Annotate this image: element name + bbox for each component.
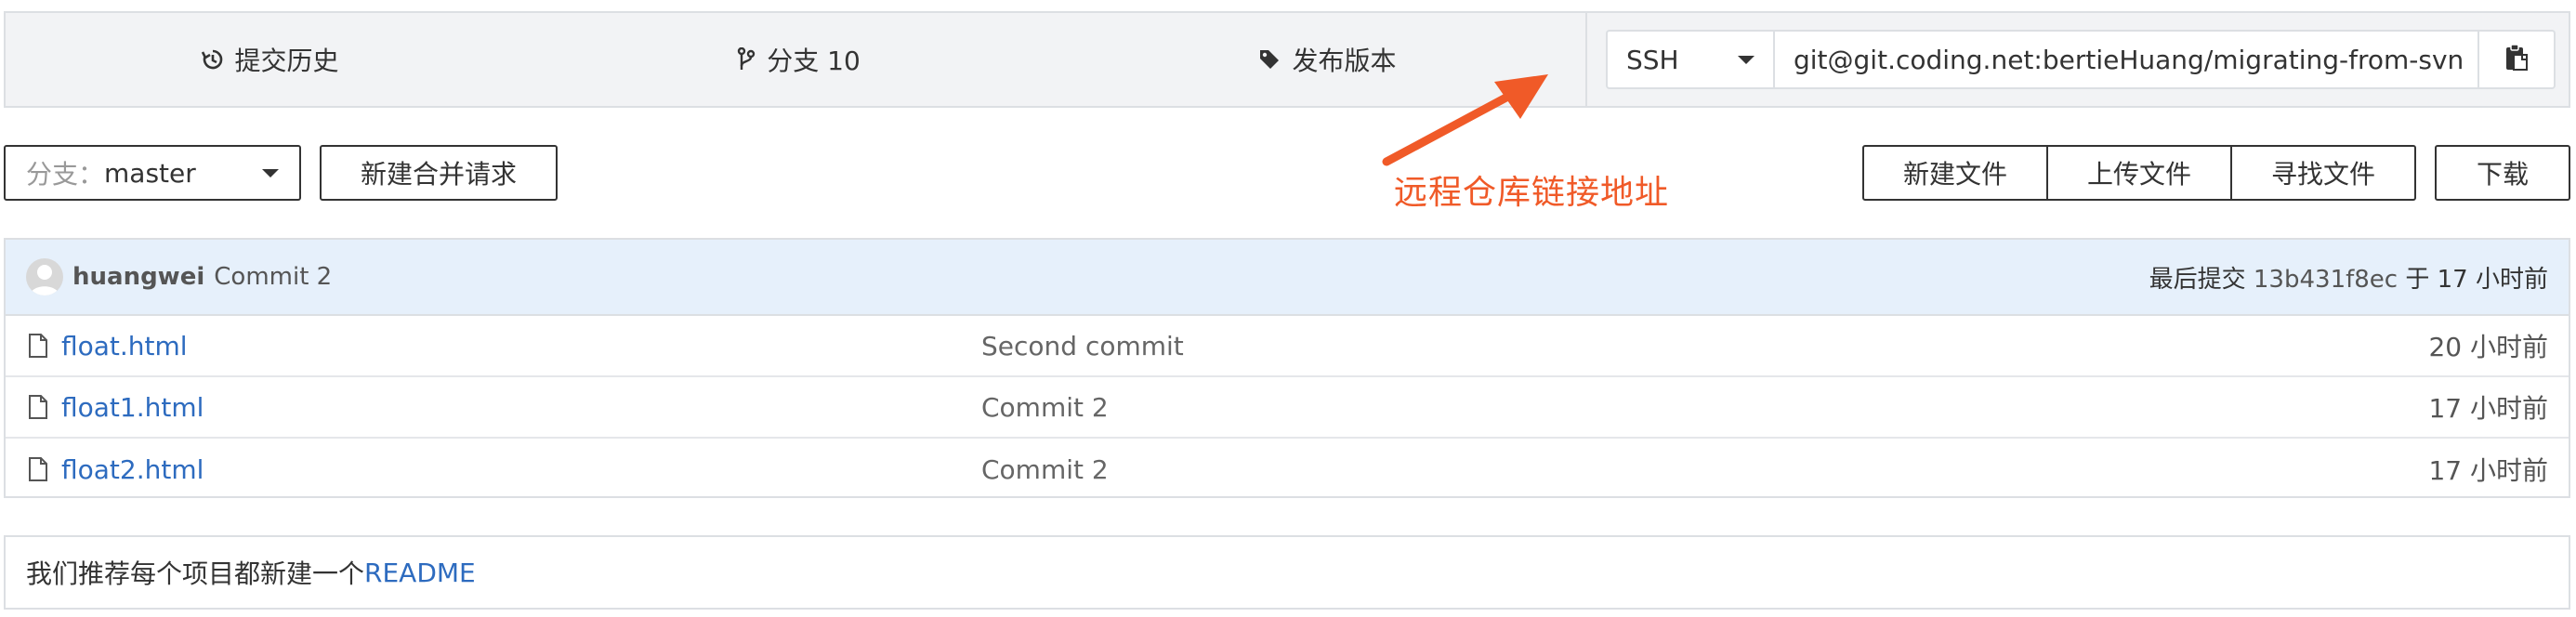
last-commit-time: 17 小时前 — [2437, 265, 2548, 294]
repository-page: 提交历史 分支 10 发布版本 SSH git@git.coding.net:b… — [0, 0, 2576, 617]
file-name-link[interactable]: float.html — [61, 331, 188, 361]
avatar[interactable] — [26, 258, 63, 295]
file-commit-message[interactable]: Commit 2 — [981, 392, 1109, 423]
file-name-link[interactable]: float1.html — [61, 392, 204, 423]
upload-file-button[interactable]: 上传文件 — [2046, 145, 2232, 201]
file-list: huangwei Commit 2 最后提交 13b431f8ec 于 17 小… — [4, 238, 2570, 498]
chevron-down-icon — [1738, 55, 1755, 64]
table-row: float1.html Commit 2 17 小时前 — [6, 377, 2569, 439]
file-icon — [28, 333, 48, 359]
file-commit-message[interactable]: Commit 2 — [981, 454, 1109, 485]
last-commit-prefix: 最后提交 — [2149, 265, 2246, 294]
new-file-button[interactable]: 新建文件 — [1862, 145, 2048, 201]
annotation-label: 远程仓库链接地址 — [1394, 174, 1670, 212]
branch-icon — [737, 47, 756, 72]
table-row: float2.html Commit 2 17 小时前 — [6, 439, 2569, 500]
new-merge-request-button[interactable]: 新建合并请求 — [320, 145, 558, 201]
branches-label: 分支 10 — [767, 46, 861, 76]
clone-url-input[interactable]: git@git.coding.net:bertieHuang/migrating… — [1773, 30, 2479, 89]
annotation-arrow-icon — [1382, 74, 1548, 166]
find-file-button[interactable]: 寻找文件 — [2230, 145, 2416, 201]
commit-author[interactable]: huangwei — [72, 263, 204, 291]
protocol-value: SSH — [1626, 44, 1679, 75]
clipboard-icon — [2504, 44, 2529, 75]
file-icon — [28, 394, 48, 420]
file-name-link[interactable]: float2.html — [61, 454, 204, 485]
branch-name: master — [104, 157, 196, 189]
readme-suggestion-text: 我们推荐每个项目都新建一个 — [26, 558, 365, 589]
readme-link[interactable]: README — [364, 558, 476, 588]
branch-select[interactable]: 分支： master — [4, 145, 301, 201]
download-button[interactable]: 下载 — [2435, 145, 2570, 201]
commit-history-label: 提交历史 — [234, 46, 339, 76]
last-commit-info: 最后提交 13b431f8ec 于 17 小时前 — [2149, 260, 2548, 295]
file-icon — [28, 456, 48, 482]
branches-link[interactable]: 分支 10 — [534, 13, 1063, 106]
table-row: float.html Second commit 20 小时前 — [6, 316, 2569, 377]
history-icon — [201, 48, 223, 71]
branch-prefix: 分支： — [26, 159, 105, 190]
commit-message[interactable]: Commit 2 — [214, 263, 332, 291]
file-actions-group: 新建文件 上传文件 寻找文件 — [1862, 145, 2416, 201]
file-commit-time: 17 小时前 — [2428, 393, 2548, 424]
last-commit-connector: 于 — [2405, 265, 2430, 294]
readme-suggestion: 我们推荐每个项目都新建一个 README — [4, 535, 2570, 610]
file-commit-message[interactable]: Second commit — [981, 331, 1184, 361]
file-commit-time: 20 小时前 — [2428, 332, 2548, 362]
clone-url-box: SSH git@git.coding.net:bertieHuang/migra… — [1585, 13, 2570, 106]
commit-hash[interactable]: 13b431f8ec — [2254, 266, 2398, 294]
protocol-select[interactable]: SSH — [1606, 30, 1773, 89]
last-commit-header: huangwei Commit 2 最后提交 13b431f8ec 于 17 小… — [6, 240, 2569, 316]
commit-history-link[interactable]: 提交历史 — [6, 13, 534, 106]
copy-url-button[interactable] — [2479, 30, 2556, 89]
tag-icon — [1258, 48, 1281, 71]
file-commit-time: 17 小时前 — [2428, 455, 2548, 486]
clone-url-text: git@git.coding.net:bertieHuang/migrating… — [1794, 44, 2464, 75]
chevron-down-icon — [262, 168, 279, 177]
repo-stats-bar: 提交历史 分支 10 发布版本 SSH git@git.coding.net:b… — [4, 11, 2570, 108]
